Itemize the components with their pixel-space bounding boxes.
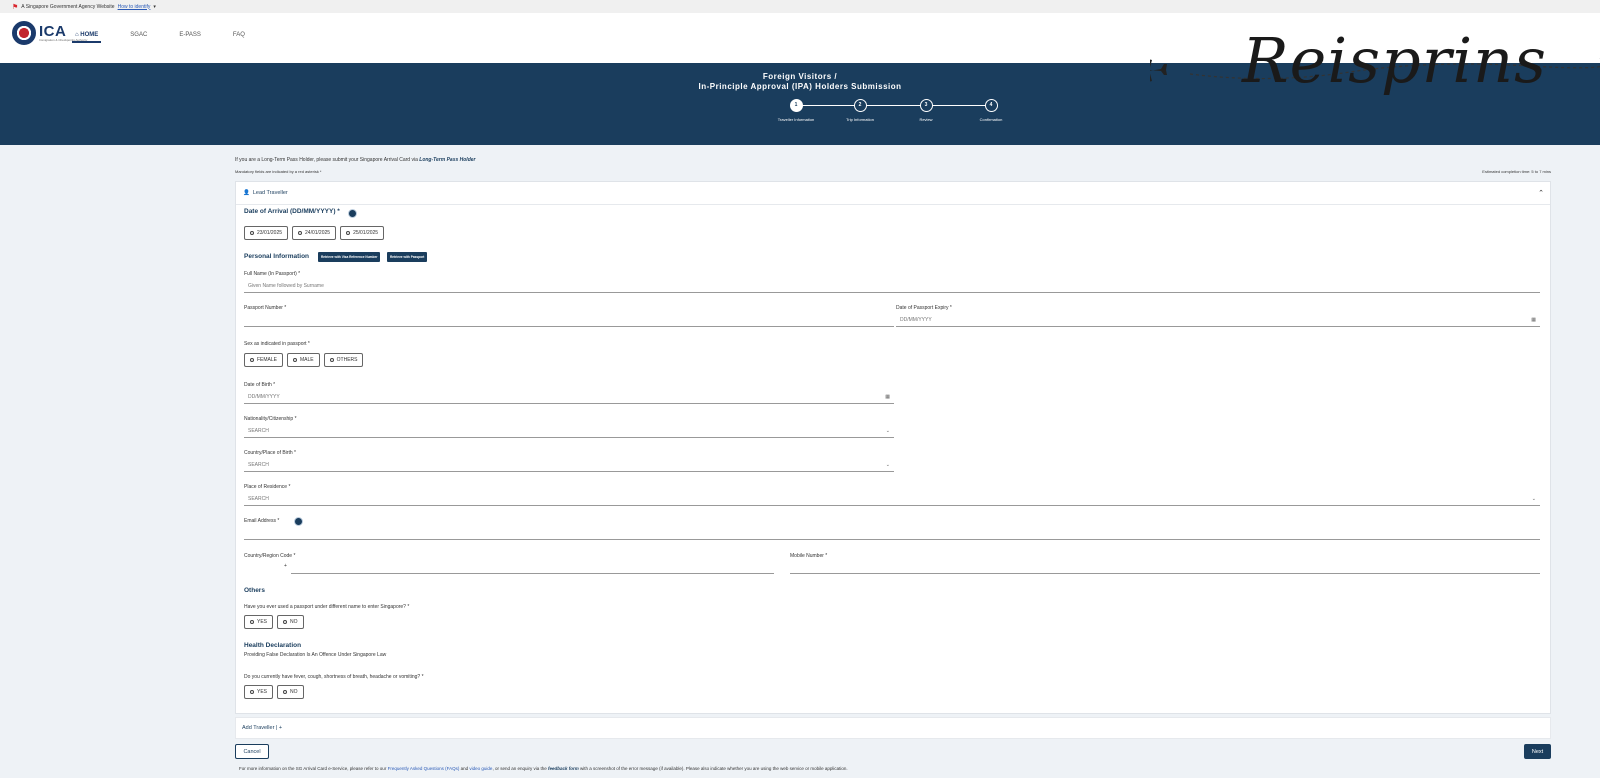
nav-epass[interactable]: E-PASS	[176, 30, 204, 43]
symptoms-question: Do you currently have fever, cough, shor…	[244, 674, 424, 680]
personal-info-title: Personal Information	[244, 253, 310, 260]
mandatory-note: Mandatory fields are indicated by a red …	[235, 169, 322, 174]
mobile-label: Mobile Number *	[790, 553, 828, 559]
video-guide-link[interactable]: video guide	[469, 766, 492, 771]
completion-estimate: Estimated completion time: 5 to 7 mins	[1482, 169, 1551, 174]
how-to-identify-link[interactable]: How to identify	[118, 4, 151, 10]
radio-icon	[250, 620, 254, 624]
region-code-input[interactable]	[291, 561, 774, 574]
others-title: Others	[244, 587, 265, 594]
symptoms-yes[interactable]: YES	[244, 685, 274, 699]
progress-stepper: 1 Traveller Information 2 Trip Informati…	[772, 99, 1012, 129]
birth-place-label: Country/Place of Birth *	[244, 450, 296, 456]
full-name-label: Full Name (In Passport) *	[244, 271, 301, 277]
different-name-no[interactable]: NO	[277, 615, 304, 629]
different-name-yes[interactable]: YES	[244, 615, 274, 629]
sex-option-others[interactable]: OTHERS	[323, 353, 364, 367]
arrival-option-2[interactable]: 24/01/2025	[292, 226, 337, 240]
home-icon: ⌂	[75, 32, 79, 38]
feedback-form-link[interactable]: feedback form	[548, 766, 579, 771]
nationality-select[interactable]: SEARCH ⌄	[244, 425, 894, 438]
radio-icon	[250, 358, 254, 362]
lead-traveller-card: 👤 Lead Traveller ⌃ Date of Arrival (DD/M…	[235, 181, 1551, 714]
step-review: 3 Review	[901, 99, 951, 122]
full-name-input[interactable]: Given Name followed by Surname	[244, 280, 1540, 293]
arrival-option-3[interactable]: 25/01/2025	[340, 226, 385, 240]
info-icon[interactable]	[294, 517, 303, 526]
mobile-input[interactable]	[790, 561, 1540, 574]
arrival-options: 23/01/2025 24/01/2025 25/01/2025	[244, 226, 385, 240]
health-title: Health Declaration	[244, 642, 302, 649]
different-name-question: Have you ever used a passport under diff…	[244, 604, 410, 610]
chevron-down-icon: ⌄	[885, 428, 890, 434]
sex-options: FEMALE MALE OTHERS	[244, 353, 364, 367]
radio-icon	[250, 690, 254, 694]
passport-number-input[interactable]	[244, 314, 894, 327]
radio-icon	[298, 231, 303, 235]
step-trip-information: 2 Trip Information	[835, 99, 885, 122]
calendar-icon[interactable]: ▦	[1531, 317, 1536, 323]
calendar-icon[interactable]: ▦	[885, 394, 890, 400]
chevron-up-icon[interactable]: ⌃	[1538, 189, 1544, 197]
symptoms-no[interactable]: NO	[277, 685, 304, 699]
gov-masthead: ⚑ A Singapore Government Agency Website …	[0, 0, 1600, 13]
stepper-line	[796, 105, 988, 106]
birth-place-select[interactable]: SEARCH ⌄	[244, 459, 894, 472]
lead-traveller-header[interactable]: 👤 Lead Traveller ⌃	[236, 182, 1550, 205]
arrival-option-1[interactable]: 23/01/2025	[244, 226, 289, 240]
radio-icon	[329, 358, 334, 362]
lion-head-icon: ⚑	[12, 3, 19, 11]
passport-expiry-input[interactable]: DD/MM/YYYY ▦	[896, 314, 1540, 327]
gov-masthead-text: A Singapore Government Agency Website	[21, 3, 115, 10]
step-confirmation: 4 Confirmation	[966, 99, 1016, 122]
step-traveller-information: 1 Traveller Information	[771, 99, 821, 122]
residence-label: Place of Residence *	[244, 484, 291, 490]
radio-icon	[283, 620, 288, 624]
add-traveller-button[interactable]: Add Traveller | +	[235, 717, 1551, 739]
site-header: ICA Immigration & Checkpoints Authority …	[0, 13, 1600, 63]
chevron-down-icon: ⌄	[885, 462, 890, 468]
dob-label: Date of Birth *	[244, 382, 276, 388]
retrieve-passport-button[interactable]: Retrieve with Passport	[387, 252, 428, 262]
radio-icon	[293, 358, 298, 362]
chevron-down-icon: ⌄	[1531, 496, 1536, 502]
info-icon[interactable]	[348, 209, 357, 218]
dob-input[interactable]: DD/MM/YYYY ▦	[244, 391, 894, 404]
email-input[interactable]	[244, 527, 1540, 540]
region-code-prefix: +	[284, 563, 287, 569]
footer-note: For more information on the SG Arrival C…	[239, 766, 848, 771]
retrieve-visa-reference-button[interactable]: Retrieve with Visa Reference Number	[318, 252, 381, 262]
nav-home[interactable]: ⌂ HOME	[72, 30, 102, 43]
symptoms-options: YES NO	[244, 685, 304, 699]
ica-crest-icon	[12, 21, 36, 45]
health-warning: Providing False Declaration Is An Offenc…	[244, 652, 387, 658]
next-button[interactable]: Next	[1524, 744, 1551, 759]
faq-link[interactable]: Frequently Asked Questions (FAQs)	[388, 766, 460, 771]
page-banner: Foreign Visitors / In-Principle Approval…	[0, 63, 1600, 145]
radio-icon	[346, 231, 351, 235]
nav-sgac[interactable]: SGAC	[127, 30, 150, 43]
sex-option-female[interactable]: FEMALE	[244, 353, 284, 367]
email-label: Email Address *	[244, 518, 280, 524]
passport-expiry-label: Date of Passport Expiry *	[896, 305, 952, 311]
sex-label: Sex as indicated in passport *	[244, 341, 310, 347]
nationality-label: Nationality/Citizenship *	[244, 416, 297, 422]
main-nav: ⌂ HOME SGAC E-PASS FAQ	[72, 30, 248, 43]
nav-faq[interactable]: FAQ	[230, 30, 248, 43]
region-code-label: Country/Region Code *	[244, 553, 296, 559]
long-term-pass-notice: If you are a Long-Term Pass Holder, plea…	[235, 157, 476, 163]
arrival-title: Date of Arrival (DD/MM/YYYY) *	[244, 208, 340, 215]
chevron-down-icon: ▾	[153, 3, 156, 10]
cancel-button[interactable]: Cancel	[235, 744, 269, 759]
radio-icon	[283, 690, 288, 694]
radio-icon	[250, 231, 254, 235]
residence-select[interactable]: SEARCH ⌄	[244, 493, 1540, 506]
different-name-options: YES NO	[244, 615, 304, 629]
sex-option-male[interactable]: MALE	[287, 353, 320, 367]
page-title: Foreign Visitors / In-Principle Approval…	[698, 72, 902, 91]
passport-number-label: Passport Number *	[244, 305, 287, 311]
user-icon: 👤	[243, 190, 250, 196]
long-term-pass-link[interactable]: Long-Term Pass Holder	[419, 157, 475, 163]
